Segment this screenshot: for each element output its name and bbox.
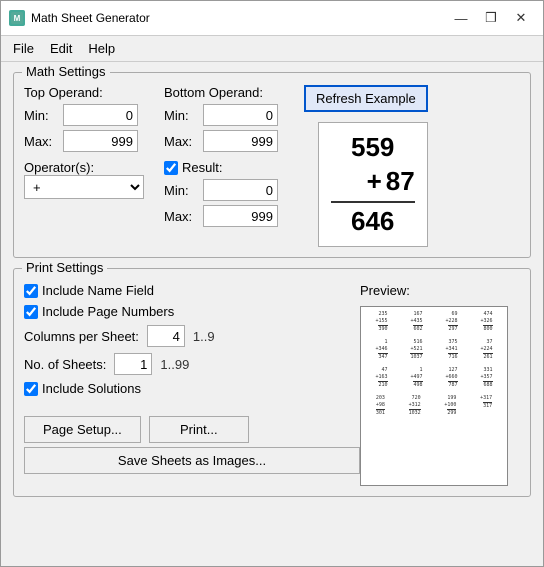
bottom-max-label: Max:: [164, 134, 199, 149]
math-settings-label: Math Settings: [22, 64, 110, 79]
result-label-text: Result:: [182, 160, 222, 175]
include-solutions-checkbox[interactable]: [24, 382, 38, 396]
example-operator: +: [367, 165, 382, 199]
svg-text:M: M: [14, 14, 21, 23]
title-bar: M Math Sheet Generator — ❒ ✕: [1, 1, 543, 36]
math-settings-inner: Top Operand: Min: Max: Operator(s): + -: [24, 85, 520, 247]
result-max-label: Max:: [164, 209, 199, 224]
sheets-row: No. of Sheets: 1..99: [24, 353, 360, 375]
print-settings-inner: Include Name Field Include Page Numbers …: [24, 283, 520, 486]
top-min-row: Min:: [24, 104, 154, 126]
bottom-buttons: Page Setup... Print... Save Sheets as Im…: [24, 408, 360, 474]
example-top: 559: [351, 131, 394, 165]
bottom-min-input[interactable]: [203, 104, 278, 126]
top-min-input[interactable]: [63, 104, 138, 126]
result-max-row: Max:: [164, 205, 294, 227]
top-max-input[interactable]: [63, 130, 138, 152]
print-button[interactable]: Print...: [149, 416, 249, 443]
window-controls: — ❒ ✕: [447, 7, 535, 29]
window-title: Math Sheet Generator: [31, 11, 447, 25]
columns-input[interactable]: [147, 325, 185, 347]
include-solutions-text: Include Solutions: [42, 381, 141, 396]
top-max-row: Max:: [24, 130, 154, 152]
operator-row: Operator(s): + - × ÷: [24, 160, 154, 199]
print-right-col: Preview: 235+155390 167+435602 69+228297…: [360, 283, 520, 486]
example-bottom-line: + 87: [331, 165, 415, 199]
sheets-label: No. of Sheets:: [24, 357, 106, 372]
maximize-button[interactable]: ❒: [477, 7, 505, 29]
example-box: 559 + 87 646: [318, 122, 428, 247]
operator-select[interactable]: + - × ÷: [24, 175, 144, 199]
top-operand-col: Top Operand: Min: Max: Operator(s): + -: [24, 85, 154, 247]
include-page-numbers-checkbox[interactable]: [24, 305, 38, 319]
top-operand-label: Top Operand:: [24, 85, 154, 100]
example-bottom: 87: [386, 165, 415, 199]
include-name-label[interactable]: Include Name Field: [24, 283, 360, 298]
action-buttons-row: Page Setup... Print...: [24, 416, 360, 443]
columns-range: 1..9: [193, 329, 215, 344]
content-area: Math Settings Top Operand: Min: Max: Ope…: [1, 62, 543, 566]
result-min-input[interactable]: [203, 179, 278, 201]
bottom-min-row: Min:: [164, 104, 294, 126]
include-solutions-label[interactable]: Include Solutions: [24, 381, 360, 396]
result-min-label: Min:: [164, 183, 199, 198]
columns-row: Columns per Sheet: 1..9: [24, 325, 360, 347]
example-divider: [331, 201, 415, 203]
preview-label: Preview:: [360, 283, 410, 298]
include-page-numbers-label[interactable]: Include Page Numbers: [24, 304, 360, 319]
refresh-example-button[interactable]: Refresh Example: [304, 85, 428, 112]
result-max-input[interactable]: [203, 205, 278, 227]
sheets-input[interactable]: [114, 353, 152, 375]
preview-content: 235+155390 167+435602 69+228297 474+3268…: [361, 307, 507, 423]
result-checkbox[interactable]: [164, 161, 178, 175]
print-left-col: Include Name Field Include Page Numbers …: [24, 283, 360, 486]
main-window: M Math Sheet Generator — ❒ ✕ File Edit H…: [0, 0, 544, 567]
save-images-button[interactable]: Save Sheets as Images...: [24, 447, 360, 474]
print-settings-group: Print Settings Include Name Field Includ…: [13, 268, 531, 497]
print-settings-label: Print Settings: [22, 260, 107, 275]
result-checkbox-label[interactable]: Result:: [164, 160, 294, 175]
minimize-button[interactable]: —: [447, 7, 475, 29]
result-min-row: Min:: [164, 179, 294, 201]
top-max-label: Max:: [24, 134, 59, 149]
menu-edit[interactable]: Edit: [42, 38, 80, 59]
result-section: Result: Min: Max:: [164, 160, 294, 227]
menu-file[interactable]: File: [5, 38, 42, 59]
close-button[interactable]: ✕: [507, 7, 535, 29]
page-setup-button[interactable]: Page Setup...: [24, 416, 141, 443]
app-icon: M: [9, 10, 25, 26]
columns-label: Columns per Sheet:: [24, 329, 139, 344]
include-page-numbers-text: Include Page Numbers: [42, 304, 174, 319]
math-settings-group: Math Settings Top Operand: Min: Max: Ope…: [13, 72, 531, 258]
operator-label: Operator(s):: [24, 160, 154, 175]
sheets-range: 1..99: [160, 357, 189, 372]
menu-help[interactable]: Help: [80, 38, 123, 59]
bottom-max-input[interactable]: [203, 130, 278, 152]
bottom-max-row: Max:: [164, 130, 294, 152]
example-col: Refresh Example 559 + 87 646: [304, 85, 428, 247]
example-result: 646: [351, 205, 394, 239]
bottom-min-label: Min:: [164, 108, 199, 123]
include-name-text: Include Name Field: [42, 283, 154, 298]
bottom-operand-col: Bottom Operand: Min: Max: Result:: [164, 85, 294, 247]
bottom-operand-label: Bottom Operand:: [164, 85, 294, 100]
preview-box: 235+155390 167+435602 69+228297 474+3268…: [360, 306, 508, 486]
top-min-label: Min:: [24, 108, 59, 123]
menu-bar: File Edit Help: [1, 36, 543, 62]
include-name-checkbox[interactable]: [24, 284, 38, 298]
